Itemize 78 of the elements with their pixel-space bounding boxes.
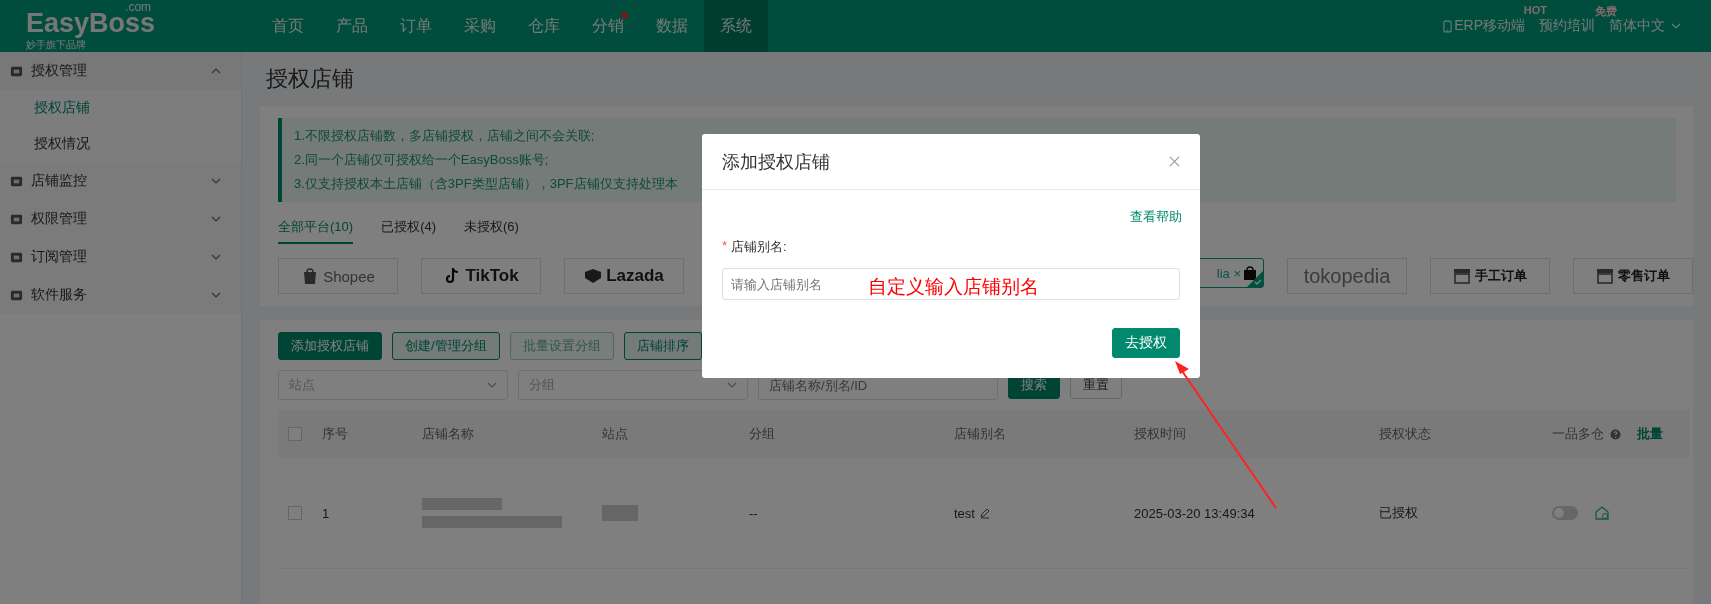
checkbox[interactable]: [288, 506, 302, 520]
table-cell-text: 2025-03-20 13:49:34: [1134, 505, 1256, 521]
menu-icon: [10, 288, 23, 302]
nav-tab[interactable]: 系统: [704, 0, 768, 52]
nav-tab[interactable]: 订单: [384, 0, 448, 52]
shopping-bag-icon: [1243, 265, 1257, 281]
annotation-text: 自定义输入店铺别名: [868, 275, 1039, 299]
nav-tab[interactable]: 分销: [576, 0, 640, 52]
platform-tile[interactable]: Lazada: [564, 258, 684, 294]
help-icon: [1610, 428, 1621, 440]
toolbar-button[interactable]: 创建/管理分组: [392, 332, 500, 360]
column-header: 分组: [749, 425, 776, 443]
header-link[interactable]: ERP移动端: [1454, 17, 1525, 35]
nav-tab[interactable]: 产品: [320, 0, 384, 52]
brand-tagline: 妙手旗下品牌: [26, 38, 87, 52]
chevron-down-icon: [211, 216, 221, 222]
column-header: 店铺别名: [954, 425, 1007, 443]
column-header: 授权状态: [1379, 425, 1432, 443]
platform-tile[interactable]: 手工订单: [1430, 258, 1550, 294]
sidebar-group[interactable]: 店铺监控: [0, 162, 241, 200]
sidebar-group[interactable]: 软件服务: [0, 276, 241, 314]
platform-tile[interactable]: TikTok: [421, 258, 541, 294]
chevron-down-icon: [487, 382, 497, 388]
sidebar-group[interactable]: 授权管理: [0, 52, 241, 90]
column-header: 授权时间: [1134, 425, 1187, 443]
help-link[interactable]: 查看帮助: [1130, 208, 1182, 226]
platform-tile[interactable]: Shopee: [278, 258, 398, 294]
notice-text: 3.仅支持授权本土店铺（含3PF类型店铺），3PF店铺仅支持处理本: [294, 175, 678, 193]
menu-icon: [10, 212, 23, 226]
header-link[interactable]: 简体中文: [1609, 17, 1665, 35]
promo-label: HOT: [1523, 4, 1547, 16]
checkbox[interactable]: [288, 427, 302, 441]
chevron-down-icon: [211, 254, 221, 260]
nav-tab[interactable]: 采购: [448, 0, 512, 52]
dialog-title: 添加授权店铺: [722, 150, 830, 174]
filter-tab[interactable]: 全部平台(10): [278, 218, 354, 244]
authorize-button[interactable]: 去授权: [1112, 328, 1180, 358]
table-cell: test: [954, 505, 975, 521]
edit-icon[interactable]: [978, 507, 991, 519]
required-mark: *: [722, 238, 728, 255]
warehouse-icon[interactable]: [1594, 505, 1610, 521]
column-header: 序号: [322, 425, 349, 443]
header-link[interactable]: 预约培训: [1539, 17, 1595, 35]
toolbar-button[interactable]: 店铺排序: [623, 332, 702, 360]
menu-icon: [10, 250, 23, 264]
table-cell-text: 1: [322, 505, 331, 521]
table-cell-text: 已授权: [1379, 504, 1419, 522]
field-label: 店铺别名:: [731, 238, 787, 256]
close-icon[interactable]: [1169, 156, 1180, 167]
promo-label: 免费: [1595, 4, 1617, 19]
toggle-switch[interactable]: [1552, 506, 1578, 520]
chevron-down-icon: [727, 382, 737, 388]
chevron-up-icon: [211, 68, 221, 74]
column-header: 站点: [602, 425, 629, 443]
phone-icon: [1443, 19, 1453, 33]
sidebar-group[interactable]: 订阅管理: [0, 238, 241, 276]
sidebar-group[interactable]: 权限管理: [0, 200, 241, 238]
chevron-down-icon: [211, 292, 221, 298]
blurred-text: [602, 505, 638, 521]
store-icon: [1596, 267, 1614, 285]
table-cell-text: --: [749, 505, 759, 521]
nav-tab[interactable]: 数据: [640, 0, 704, 52]
filter-tab[interactable]: 未授权(6): [464, 218, 519, 244]
menu-icon: [10, 64, 23, 78]
platform-tile[interactable]: 零售订单: [1573, 258, 1693, 294]
notice-text: 1.不限授权店铺数，多店铺授权，店铺之间不会关联;: [294, 127, 595, 145]
nav-tab[interactable]: 首页: [256, 0, 320, 52]
batch-link[interactable]: 批量: [1637, 425, 1663, 443]
store-icon: [1453, 267, 1471, 285]
filter-tab[interactable]: 已授权(4): [381, 218, 436, 244]
chevron-down-icon: [1671, 23, 1681, 29]
platform-tile[interactable]: tokopedia: [1287, 258, 1407, 294]
page-title: 授权店铺: [266, 65, 355, 93]
chevron-down-icon: [211, 178, 221, 184]
toolbar-button[interactable]: 添加授权店铺: [278, 332, 382, 360]
menu-icon: [10, 174, 23, 188]
column-header: 店铺名称: [422, 425, 475, 443]
nav-tab[interactable]: 仓库: [512, 0, 576, 52]
